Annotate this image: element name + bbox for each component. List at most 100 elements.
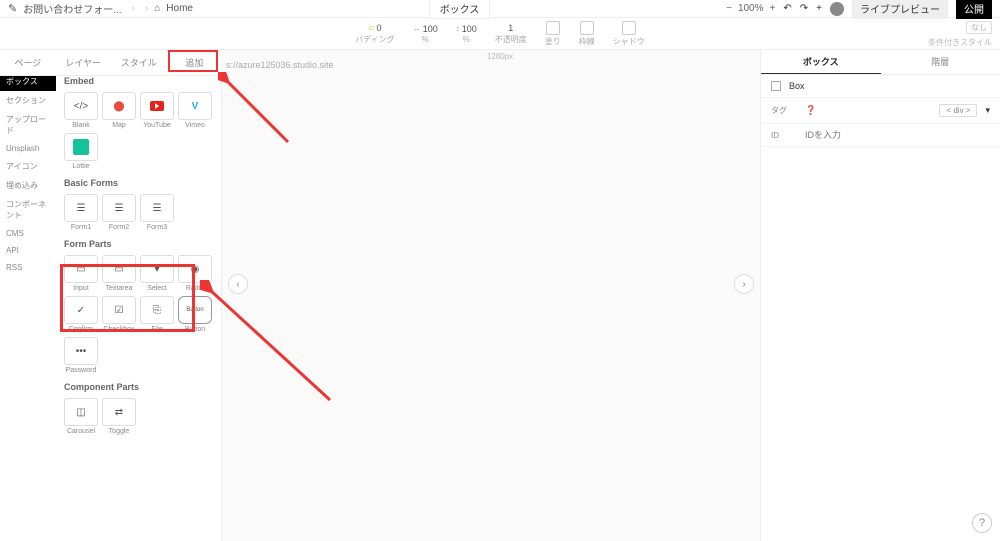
- shadow-label: シャドウ: [613, 36, 645, 47]
- cat-cms[interactable]: CMS: [0, 225, 56, 242]
- border-swatch[interactable]: [580, 21, 594, 35]
- zoom-in-button[interactable]: +: [770, 3, 776, 14]
- width-value[interactable]: 100: [423, 24, 438, 34]
- tab-style[interactable]: スタイル: [111, 50, 167, 75]
- code-icon: </>: [64, 92, 98, 120]
- tile-form3[interactable]: ☰Form3: [140, 194, 174, 231]
- tag-label: タグ: [771, 105, 797, 116]
- canvas[interactable]: s://azure125036.studio.site ‹ ›: [222, 50, 760, 541]
- tile-input[interactable]: ▭Input: [64, 255, 98, 292]
- rtab-box[interactable]: ボックス: [761, 50, 881, 74]
- lottie-icon: [73, 139, 89, 155]
- button-icon: Button: [178, 296, 212, 324]
- width-unit: %: [422, 35, 429, 44]
- fill-swatch[interactable]: [546, 21, 560, 35]
- tile-password[interactable]: •••Password: [64, 337, 98, 374]
- height-unit: %: [463, 35, 470, 44]
- tile-toggle[interactable]: ⇄Toggle: [102, 398, 136, 435]
- chevron-down-icon[interactable]: ▾: [985, 105, 990, 116]
- canvas-prev-button[interactable]: ‹: [228, 274, 248, 294]
- width-icon: ↔: [413, 24, 421, 34]
- confirm-icon: ✓: [64, 296, 98, 324]
- tile-file[interactable]: ⎘File: [140, 296, 174, 333]
- redo-button[interactable]: ↷: [800, 3, 808, 14]
- tile-textarea[interactable]: ▭Textarea: [102, 255, 136, 292]
- carousel-icon: ◫: [64, 398, 98, 426]
- avatar[interactable]: [830, 2, 844, 16]
- tile-map[interactable]: ⬤Map: [102, 92, 136, 129]
- section-comp-title: Component Parts: [64, 382, 213, 392]
- tile-form2[interactable]: ☰Form2: [102, 194, 136, 231]
- help-icon[interactable]: ❓: [805, 105, 816, 116]
- add-user-button[interactable]: +: [816, 3, 822, 14]
- zoom-out-button[interactable]: −: [726, 3, 732, 14]
- radio-icon: ◉: [178, 255, 212, 283]
- textarea-icon: ▭: [102, 255, 136, 283]
- tab-page[interactable]: ページ: [0, 50, 56, 75]
- section-embed-title: Embed: [64, 76, 213, 86]
- conditional-style-label[interactable]: 条件付きスタイル: [928, 37, 992, 48]
- form-icon: ☰: [102, 194, 136, 222]
- padding-value[interactable]: 0: [377, 23, 382, 33]
- section-forms-title: Basic Forms: [64, 178, 213, 188]
- tile-checkbox[interactable]: ☑Checkbox: [102, 296, 136, 333]
- cat-upload[interactable]: アップロード: [0, 110, 56, 140]
- chevron-icon: ›: [145, 3, 148, 14]
- tile-form1[interactable]: ☰Form1: [64, 194, 98, 231]
- vimeo-icon: V: [192, 101, 199, 112]
- ruler-label: 1280px: [487, 52, 513, 61]
- height-value[interactable]: 100: [462, 24, 477, 34]
- box-checkbox[interactable]: [771, 81, 781, 91]
- help-button[interactable]: ?: [972, 513, 992, 533]
- fill-label: 塗り: [545, 36, 561, 47]
- canvas-url: s://azure125036.studio.site: [226, 60, 334, 70]
- box-check-label: Box: [789, 81, 805, 91]
- cat-embed[interactable]: 埋め込み: [0, 176, 56, 195]
- form-icon: ☰: [140, 194, 174, 222]
- tile-button[interactable]: ButtonButton: [178, 296, 212, 333]
- password-icon: •••: [64, 337, 98, 365]
- rtab-layer[interactable]: 階層: [881, 50, 1000, 74]
- cat-rss[interactable]: RSS: [0, 259, 56, 276]
- cat-api[interactable]: API: [0, 242, 56, 259]
- none-badge[interactable]: なし: [966, 21, 992, 34]
- tile-lottie[interactable]: Lottie: [64, 133, 98, 170]
- select-icon: ▾: [140, 255, 174, 283]
- tile-vimeo[interactable]: VVimeo: [178, 92, 212, 129]
- toggle-icon: ⇄: [102, 398, 136, 426]
- undo-button[interactable]: ↶: [783, 3, 791, 14]
- preview-button[interactable]: ライブプレビュー: [852, 0, 948, 19]
- canvas-next-button[interactable]: ›: [734, 274, 754, 294]
- height-icon: ↕: [456, 24, 460, 34]
- checkbox-icon: ☑: [102, 296, 136, 324]
- breadcrumb-page[interactable]: Home: [166, 3, 193, 14]
- edit-icon[interactable]: ✎: [8, 2, 17, 15]
- opacity-value[interactable]: 1: [508, 23, 513, 33]
- selected-element-tab[interactable]: ボックス: [429, 0, 491, 19]
- cat-section[interactable]: セクション: [0, 91, 56, 110]
- chevron-icon: ›: [132, 3, 135, 14]
- tile-confirm[interactable]: ✓Confirm: [64, 296, 98, 333]
- input-icon: ▭: [64, 255, 98, 283]
- tile-radio[interactable]: ◉Radio: [178, 255, 212, 292]
- breadcrumb-project[interactable]: お問い合わせフォー...: [23, 1, 121, 16]
- tag-select[interactable]: < div >: [939, 104, 977, 117]
- pin-icon: ⬤: [113, 101, 124, 112]
- tab-layer[interactable]: レイヤー: [56, 50, 112, 75]
- id-input[interactable]: [805, 130, 990, 140]
- tile-blank[interactable]: </>Blank: [64, 92, 98, 129]
- border-label: 枠線: [579, 36, 595, 47]
- padding-icon: ▱: [368, 23, 374, 32]
- publish-button[interactable]: 公開: [956, 0, 992, 19]
- tile-select[interactable]: ▾Select: [140, 255, 174, 292]
- form-icon: ☰: [64, 194, 98, 222]
- category-list: ボックス セクション アップロード Unsplash アイコン 埋め込み コンポ…: [0, 50, 56, 541]
- cat-icon[interactable]: アイコン: [0, 157, 56, 176]
- tile-carousel[interactable]: ◫Carousel: [64, 398, 98, 435]
- tile-youtube[interactable]: YouTube: [140, 92, 174, 129]
- cat-component[interactable]: コンポーネント: [0, 195, 56, 225]
- section-parts-title: Form Parts: [64, 239, 213, 249]
- tab-add[interactable]: 追加: [167, 50, 223, 75]
- shadow-swatch[interactable]: [622, 21, 636, 35]
- cat-unsplash[interactable]: Unsplash: [0, 140, 56, 157]
